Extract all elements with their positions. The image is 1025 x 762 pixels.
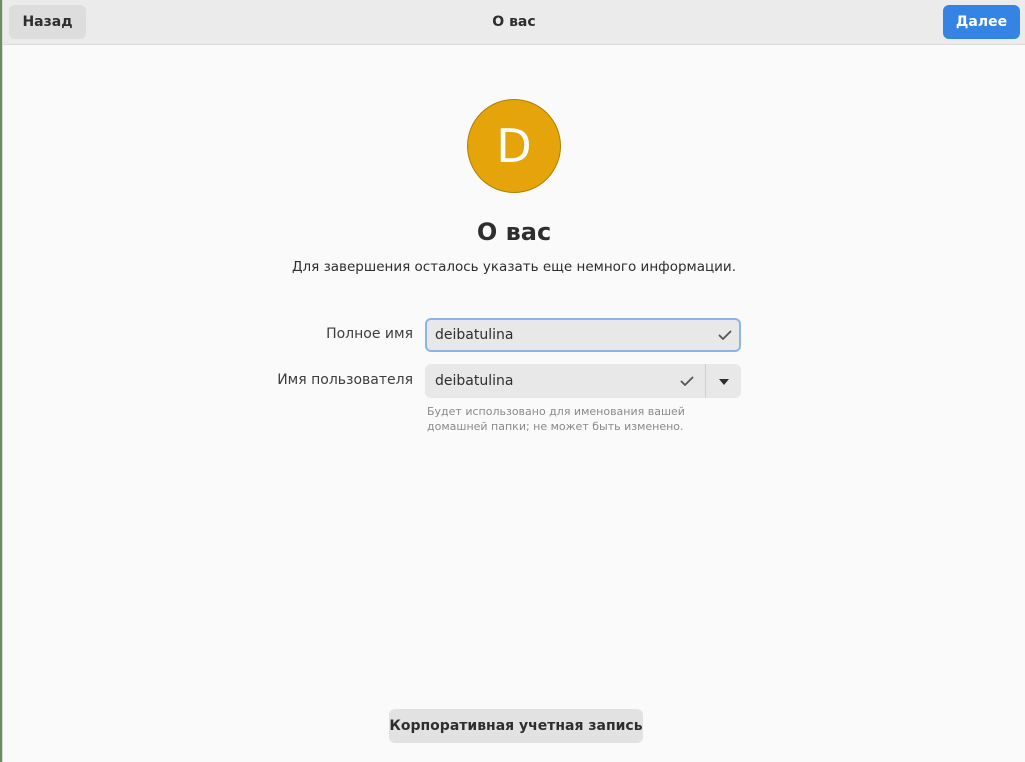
fullname-input[interactable] — [427, 320, 697, 350]
fullname-field-container — [425, 318, 741, 352]
username-dropdown-button[interactable] — [706, 364, 741, 398]
setup-window: Назад О вас Далее D О вас Для завершения… — [2, 0, 1025, 762]
username-combobox — [425, 364, 741, 398]
back-button[interactable]: Назад — [9, 5, 86, 39]
username-hint: Будет использовано для именования вашей … — [427, 405, 685, 433]
username-label: Имя пользователя — [277, 372, 413, 388]
avatar[interactable]: D — [467, 99, 561, 193]
header-bar: Назад О вас Далее — [3, 0, 1025, 45]
page-title: О вас — [476, 218, 552, 246]
window-title: О вас — [492, 14, 536, 30]
next-button[interactable]: Далее — [943, 5, 1020, 39]
avatar-initial: D — [496, 119, 532, 173]
checkmark-icon — [718, 330, 732, 340]
checkmark-icon — [680, 376, 694, 386]
enterprise-login-button[interactable]: Корпоративная учетная запись — [389, 709, 643, 743]
page-subtitle: Для завершения осталось указать еще немн… — [291, 259, 737, 275]
triangle-down-icon — [718, 378, 729, 385]
username-input[interactable] — [425, 364, 665, 398]
fullname-label: Полное имя — [326, 326, 413, 342]
